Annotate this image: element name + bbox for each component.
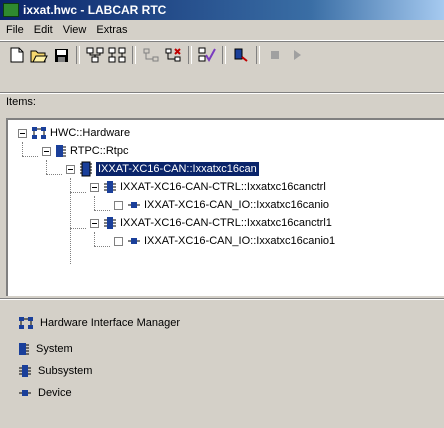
tree-node-can-ctrl[interactable]: IXXAT-XC16-CAN-CTRL::Ixxatxc16canctrl bbox=[90, 178, 326, 196]
tree-node-label: IXXAT-XC16-CAN-CTRL::Ixxatxc16canctrl bbox=[120, 181, 326, 193]
tree-connector bbox=[70, 192, 86, 193]
stop-button[interactable] bbox=[264, 44, 286, 66]
device-icon bbox=[127, 236, 141, 246]
tree-connector bbox=[22, 156, 38, 157]
tree-node-label: IXXAT-XC16-CAN_IO::Ixxatxc16canio1 bbox=[144, 235, 336, 247]
menu-view[interactable]: View bbox=[59, 24, 91, 36]
hardware-interface-manager-icon bbox=[18, 316, 34, 330]
title-bar: ixxat.hwc - LABCAR RTC bbox=[0, 0, 444, 20]
verify-icon bbox=[198, 47, 216, 63]
open-button[interactable] bbox=[28, 44, 50, 66]
tree-connector bbox=[70, 228, 86, 229]
tree-node-label: IXXAT-XC16-CAN_IO::Ixxatxc16canio bbox=[144, 199, 330, 211]
tree-node-can-io[interactable]: IXXAT-XC16-CAN_IO::Ixxatxc16canio bbox=[114, 196, 329, 214]
tree-node-label: RTPC::Rtpc bbox=[70, 145, 129, 157]
leaf-box bbox=[114, 236, 123, 246]
tree-connector bbox=[94, 196, 95, 210]
verify-button[interactable] bbox=[196, 44, 218, 66]
collapse-toggle[interactable] bbox=[90, 182, 99, 192]
tree-connector bbox=[94, 232, 95, 246]
system-icon bbox=[55, 144, 67, 158]
hardware-button[interactable] bbox=[140, 44, 162, 66]
toolbar-divider bbox=[0, 92, 444, 94]
collapse-tree-button[interactable] bbox=[106, 44, 128, 66]
tree-node-rtpc[interactable]: RTPC::Rtpc bbox=[42, 142, 128, 160]
subsystem-icon bbox=[103, 180, 117, 194]
hardware-disabled-icon bbox=[143, 48, 159, 62]
tree-node-ixxat-can[interactable]: IXXAT-XC16-CAN::Ixxatxc16can bbox=[66, 160, 260, 178]
connect-icon bbox=[234, 48, 248, 62]
tree-connector bbox=[94, 246, 110, 247]
tree-connector bbox=[94, 210, 110, 211]
subsystem-icon bbox=[103, 216, 117, 230]
menu-extras[interactable]: Extras bbox=[92, 24, 131, 36]
device-icon bbox=[18, 388, 32, 398]
legend-label: Device bbox=[38, 387, 72, 399]
window-title: ixxat.hwc - LABCAR RTC bbox=[23, 3, 167, 17]
tree-connector bbox=[22, 142, 23, 156]
tree-connector bbox=[70, 178, 71, 264]
toolbar-separator bbox=[76, 46, 80, 64]
legend-item-system: System bbox=[18, 342, 73, 356]
expand-tree-button[interactable] bbox=[84, 44, 106, 66]
tree-node-label: IXXAT-XC16-CAN-CTRL::Ixxatxc16canctrl1 bbox=[120, 217, 332, 229]
toolbar-separator bbox=[256, 46, 260, 64]
new-file-button[interactable] bbox=[6, 44, 28, 66]
collapse-toggle[interactable] bbox=[18, 128, 27, 138]
toolbar-separator bbox=[222, 46, 226, 64]
tree-node-hardware[interactable]: HWC::Hardware bbox=[18, 124, 130, 142]
legend-label: Subsystem bbox=[38, 365, 93, 377]
stop-icon bbox=[271, 51, 279, 59]
add-hardware-button[interactable] bbox=[162, 44, 184, 66]
collapse-toggle[interactable] bbox=[42, 146, 51, 156]
tree-node-label: IXXAT-XC16-CAN::Ixxatxc16can bbox=[95, 161, 260, 177]
collapse-toggle[interactable] bbox=[66, 164, 75, 174]
play-icon bbox=[294, 50, 301, 60]
app-icon bbox=[3, 3, 19, 17]
subsystem-icon bbox=[18, 364, 32, 378]
toolbar-separator bbox=[188, 46, 192, 64]
device-icon bbox=[127, 200, 141, 210]
legend-item-subsystem: Subsystem bbox=[18, 364, 92, 378]
open-folder-icon bbox=[30, 50, 48, 62]
board-icon bbox=[79, 161, 93, 177]
toolbar bbox=[0, 42, 444, 68]
tree-node-can-ctrl1[interactable]: IXXAT-XC16-CAN-CTRL::Ixxatxc16canctrl1 bbox=[90, 214, 332, 232]
play-button[interactable] bbox=[286, 44, 308, 66]
collapse-toggle[interactable] bbox=[90, 218, 99, 228]
legend-label: Hardware Interface Manager bbox=[40, 317, 181, 329]
items-tree[interactable]: HWC::Hardware RTPC::Rtpc IXXAT-XC16-CAN:… bbox=[6, 118, 444, 296]
legend-item-device: Device bbox=[18, 387, 72, 399]
legend-label: System bbox=[36, 343, 73, 355]
new-file-icon bbox=[10, 47, 24, 63]
tree-expand-icon bbox=[86, 47, 104, 63]
menu-edit[interactable]: Edit bbox=[30, 24, 57, 36]
connect-button[interactable] bbox=[230, 44, 252, 66]
menu-bar: File Edit View Extras bbox=[0, 20, 444, 41]
tree-bottom-divider bbox=[0, 298, 444, 300]
tree-collapse-icon bbox=[108, 47, 126, 63]
leaf-box bbox=[114, 200, 123, 210]
save-button[interactable] bbox=[50, 44, 72, 66]
legend-item-hardware-interface-manager: Hardware Interface Manager bbox=[18, 316, 180, 330]
save-icon bbox=[54, 48, 68, 62]
tree-node-label: HWC::Hardware bbox=[50, 127, 131, 139]
menu-file[interactable]: File bbox=[2, 24, 28, 36]
toolbar-separator bbox=[132, 46, 136, 64]
hardware-add-icon bbox=[165, 48, 181, 62]
tree-connector bbox=[46, 174, 62, 175]
hardware-interface-manager-icon bbox=[31, 126, 47, 140]
items-label: Items: bbox=[6, 96, 36, 108]
system-icon bbox=[18, 342, 30, 356]
tree-connector bbox=[46, 160, 47, 174]
tree-node-can-io1[interactable]: IXXAT-XC16-CAN_IO::Ixxatxc16canio1 bbox=[114, 232, 335, 250]
